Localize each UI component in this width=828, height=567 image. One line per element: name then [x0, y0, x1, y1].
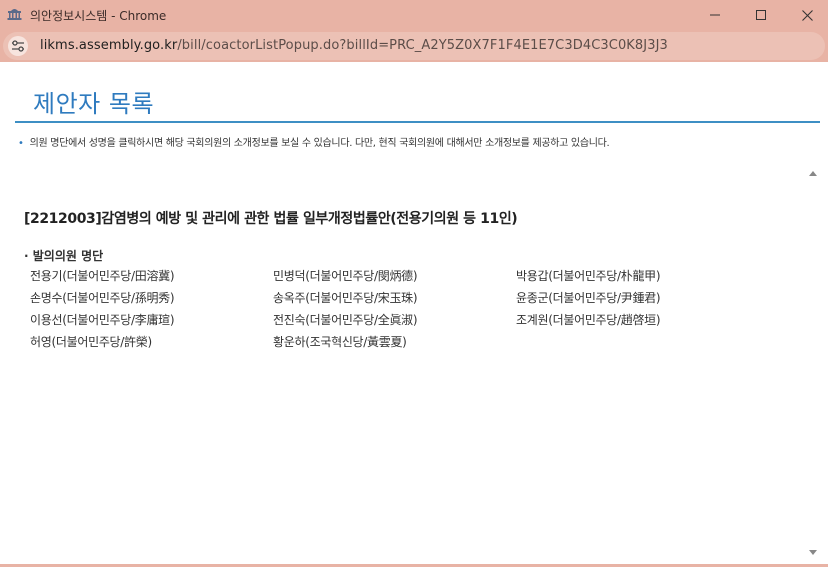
close-icon: [801, 9, 813, 21]
url-text: likms.assembly.go.kr/bill/coactorListPop…: [40, 38, 668, 53]
member-link[interactable]: 윤종군(더불어민주당/尹鍾君): [516, 289, 661, 306]
scroll-up-arrow-icon[interactable]: [809, 171, 817, 176]
member-link[interactable]: 민병덕(더불어민주당/閔炳德): [273, 267, 418, 284]
member-link[interactable]: 박용갑(더불어민주당/朴龍甲): [516, 267, 661, 284]
bullet-icon: •: [18, 138, 24, 149]
notice-text: • 의원 명단에서 성명을 클릭하시면 해당 국회의원의 소개정보를 보실 수 있…: [18, 134, 610, 149]
member-link[interactable]: 황운하(조국혁신당/黃雲夏): [273, 333, 407, 350]
member-link[interactable]: 조계원(더불어민주당/趙啓垣): [516, 311, 661, 328]
member-link[interactable]: 허영(더불어민주당/許榮): [30, 333, 152, 350]
maximize-button[interactable]: [738, 0, 784, 30]
title-divider: [15, 121, 820, 123]
sponsor-list-label: · 발의의원 명단: [24, 249, 104, 263]
address-bar: likms.assembly.go.kr/bill/coactorListPop…: [0, 30, 828, 62]
minimize-icon: [710, 14, 720, 16]
assembly-building-icon: [7, 9, 22, 20]
url-domain: likms.assembly.go.kr: [40, 38, 178, 53]
close-button[interactable]: [784, 0, 828, 30]
member-link[interactable]: 이용선(더불어민주당/李庸瑄): [30, 311, 175, 328]
page-title: 제안자 목록: [33, 90, 155, 118]
member-link[interactable]: 손명수(더불어민주당/孫明秀): [30, 289, 175, 306]
url-field[interactable]: likms.assembly.go.kr/bill/coactorListPop…: [3, 32, 825, 60]
bill-title: [2212003]감염병의 예방 및 관리에 관한 법률 일부개정법률안(전용기…: [24, 211, 518, 227]
member-link[interactable]: 송옥주(더불어민주당/宋玉珠): [273, 289, 418, 306]
window-title: 의안정보시스템 - Chrome: [30, 9, 167, 23]
scroll-down-arrow-icon[interactable]: [809, 550, 817, 555]
site-settings-button[interactable]: [8, 36, 28, 56]
member-link[interactable]: 전용기(더불어민주당/田溶冀): [30, 267, 175, 284]
notice-message: 의원 명단에서 성명을 클릭하시면 해당 국회의원의 소개정보를 보실 수 있습…: [29, 138, 610, 149]
site-settings-icon: [12, 40, 24, 52]
vertical-scrollbar[interactable]: [805, 167, 822, 559]
popup-content: 제안자 목록 • 의원 명단에서 성명을 클릭하시면 해당 국회의원의 소개정보를…: [0, 62, 828, 567]
member-link[interactable]: 전진숙(더불어민주당/全眞淑): [273, 311, 418, 328]
window-titlebar: 의안정보시스템 - Chrome: [0, 0, 828, 30]
url-path: /bill/coactorListPopup.do?billId=PRC_A2Y…: [177, 38, 668, 53]
maximize-icon: [756, 10, 766, 20]
minimize-button[interactable]: [692, 0, 738, 30]
